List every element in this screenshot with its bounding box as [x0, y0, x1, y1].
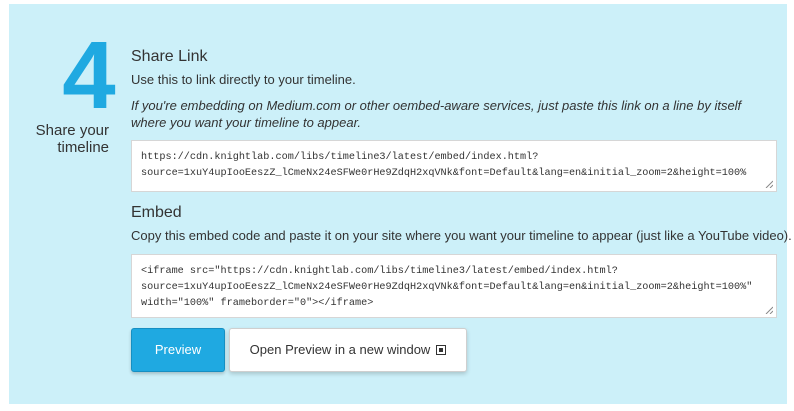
- step-number: 4: [62, 22, 115, 129]
- share-link-line: source=1xuY4upIooEeszZ_lCmeNx24eSFWe0rHe…: [141, 168, 747, 179]
- embed-code-line: <iframe src="https://cdn.knightlab.com/l…: [141, 266, 618, 277]
- embed-code-line: width="100%" frameborder="0"></iframe>: [141, 298, 374, 309]
- embed-code-line: source=1xuY4upIooEeszZ_lCmeNx24eSFWe0rHe…: [141, 282, 753, 293]
- step-label: Share your timeline: [35, 122, 109, 156]
- open-preview-new-window-button[interactable]: Open Preview in a new window: [229, 328, 467, 372]
- share-link-textarea[interactable]: https://cdn.knightlab.com/libs/timeline3…: [131, 140, 777, 192]
- resize-handle-icon[interactable]: [765, 180, 773, 188]
- share-link-note: If you're embedding on Medium.com or oth…: [131, 98, 742, 130]
- share-link-line: https://cdn.knightlab.com/libs/timeline3…: [141, 152, 539, 163]
- preview-button[interactable]: Preview: [131, 328, 225, 372]
- open-preview-label: Open Preview in a new window: [249, 342, 431, 357]
- share-panel: 4 Share your timeline Share Link Use thi…: [9, 4, 792, 404]
- embed-description: Copy this embed code and paste it on you…: [131, 228, 792, 243]
- share-link-heading: Share Link: [131, 48, 208, 65]
- resize-handle-icon[interactable]: [765, 306, 773, 314]
- external-link-icon: [436, 345, 447, 355]
- step-indicator: 4 Share your timeline: [9, 4, 121, 164]
- embed-heading: Embed: [131, 204, 182, 221]
- embed-code-textarea[interactable]: <iframe src="https://cdn.knightlab.com/l…: [131, 254, 777, 318]
- share-link-description: Use this to link directly to your timeli…: [131, 72, 356, 87]
